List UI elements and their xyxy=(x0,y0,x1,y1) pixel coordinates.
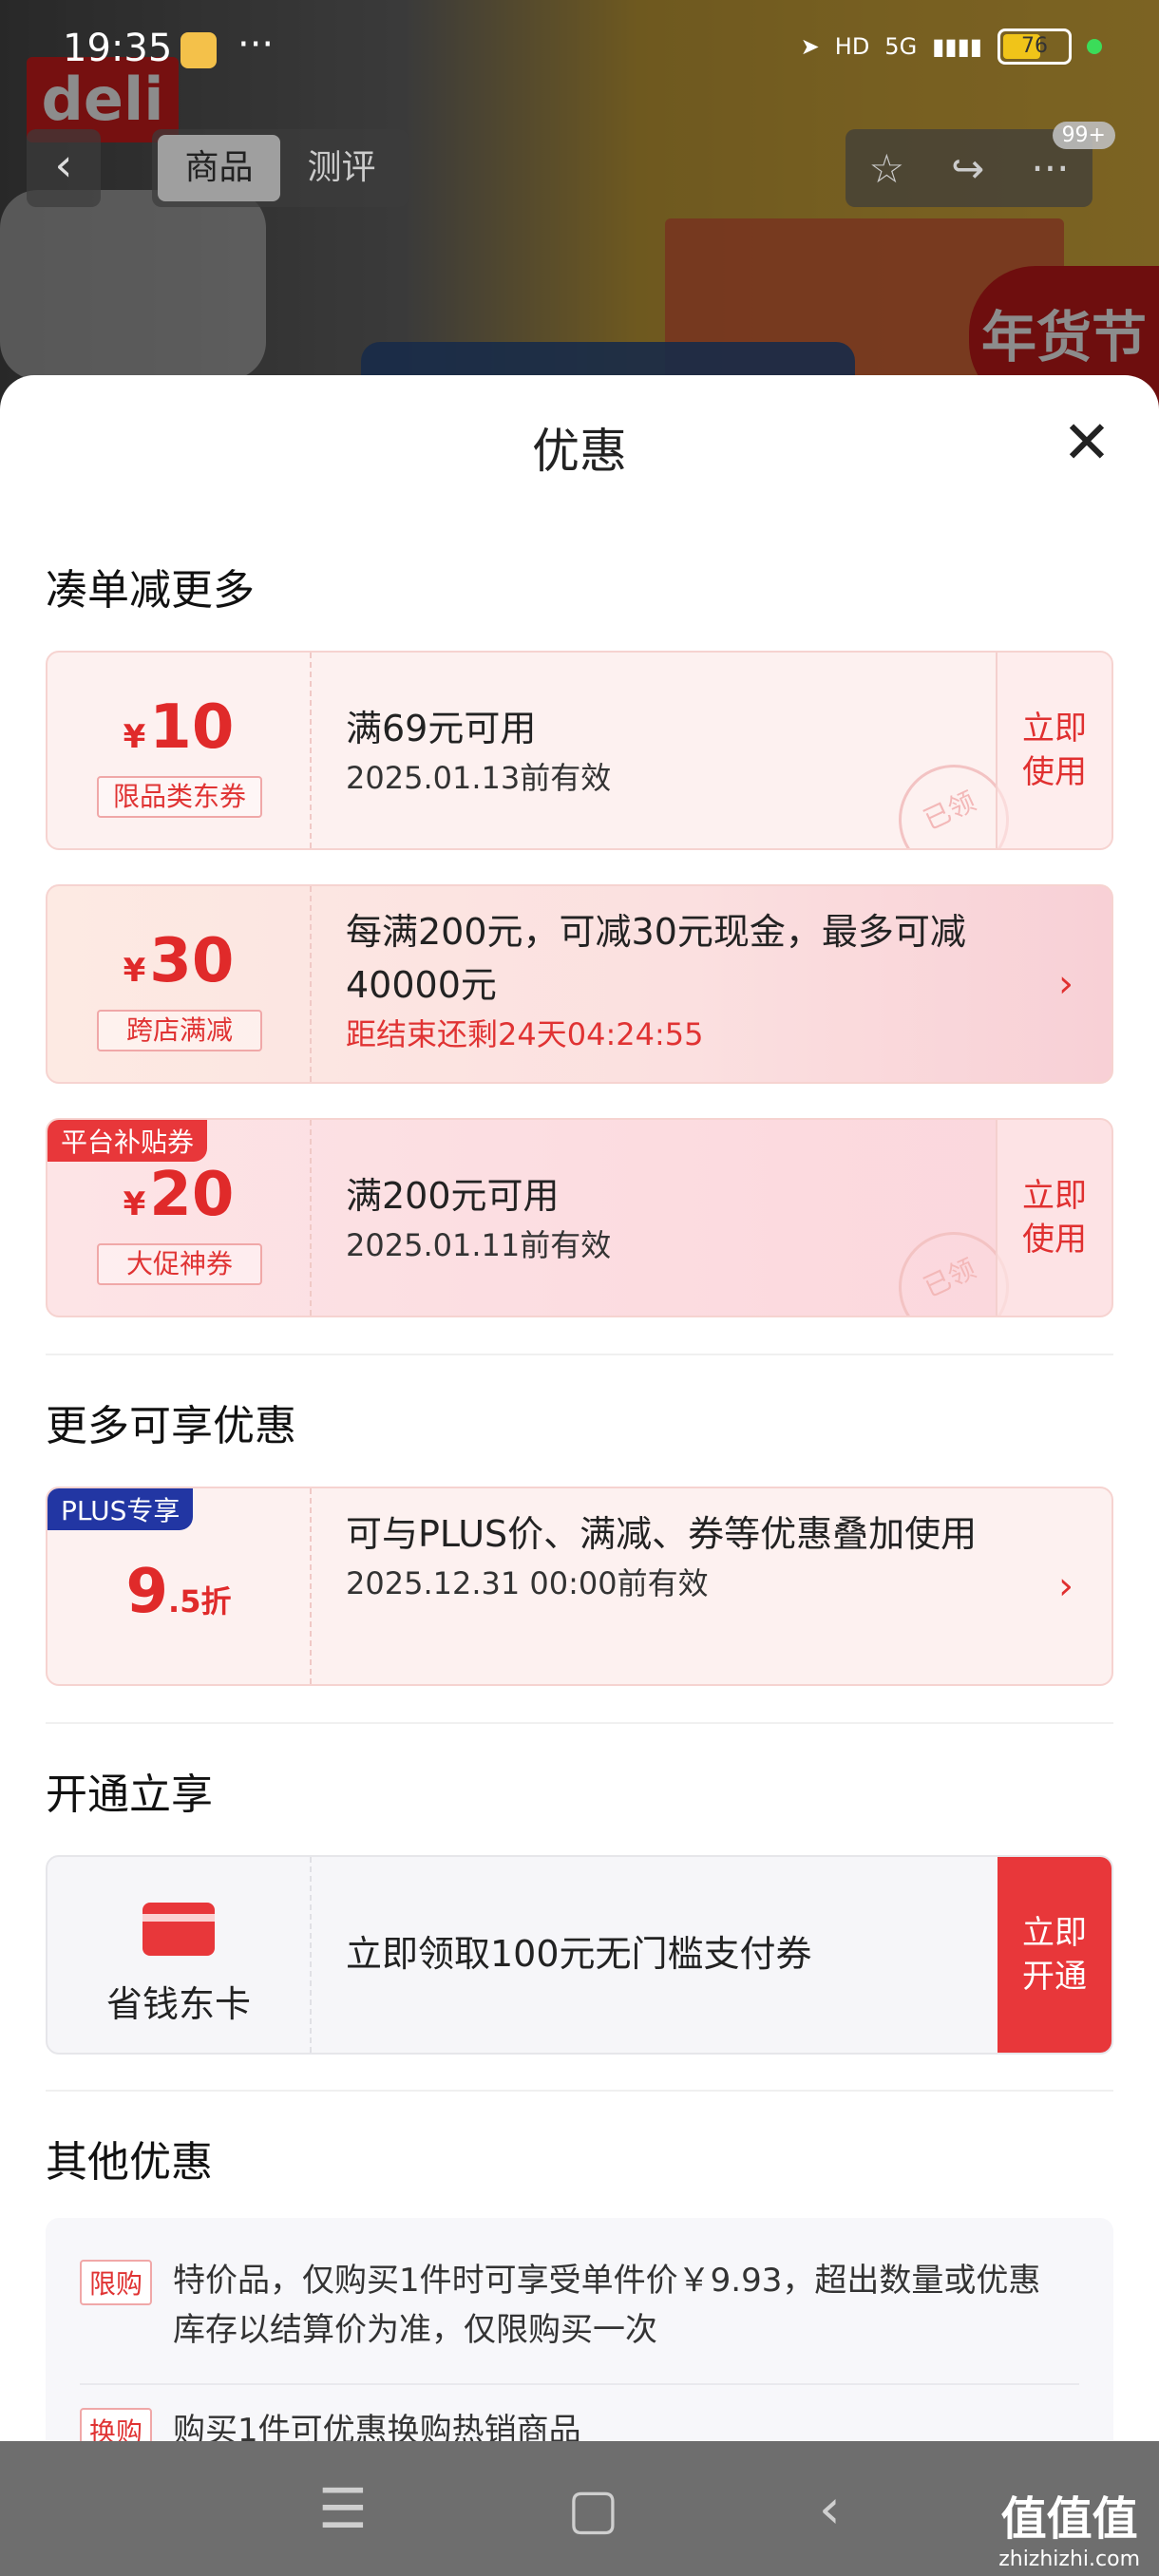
section-title-more: 更多可享优惠 xyxy=(46,1402,296,1450)
savings-card-details: 立即领取100元无门槛支付券 xyxy=(346,1927,978,1980)
battery-icon: 76 xyxy=(998,28,1072,65)
use-now-button[interactable]: 立即 使用 xyxy=(996,653,1112,848)
savings-card-name: 省钱东卡 xyxy=(105,1983,251,2025)
coupon-condition: 满69元可用 xyxy=(346,708,537,749)
share-icon[interactable]: ↪ xyxy=(951,145,984,192)
message-count-badge: 99+ xyxy=(1052,122,1115,149)
divider xyxy=(46,1722,1113,1724)
savings-card-offer: 省钱东卡 立即领取100元无门槛支付券 立即 开通 xyxy=(46,1855,1113,2055)
divider xyxy=(80,2383,1079,2385)
plus-validity: 2025.12.31 00:00前有效 xyxy=(346,1565,709,1601)
use-now-button[interactable]: 立即 使用 xyxy=(996,1120,1112,1316)
savings-card-text: 立即领取100元无门槛支付券 xyxy=(346,1933,812,1975)
chevron-right-icon: › xyxy=(1058,1564,1074,1608)
close-icon[interactable]: ✕ xyxy=(1062,413,1112,472)
tab-product[interactable]: 商品 xyxy=(158,135,280,201)
tab-review[interactable]: 测评 xyxy=(280,135,403,201)
watermark: 值值值 zhizhizhi.com xyxy=(998,2492,1140,2571)
chevron-right-icon: › xyxy=(1058,962,1074,1006)
coupon-amount: ¥10 xyxy=(123,692,235,763)
coupon-amount: ¥20 xyxy=(123,1160,235,1230)
coupon-type-tag: 限品类东券 xyxy=(97,776,262,818)
coupon-condition: 每满200元，可减30元现金，最多可减40000元 xyxy=(346,911,966,1006)
recent-apps-icon[interactable]: ☰ xyxy=(318,2476,368,2541)
back-button[interactable]: ‹ xyxy=(27,129,101,207)
signal-icon: ▮▮▮▮ xyxy=(932,33,982,60)
plus-discount-card[interactable]: 9.5折 PLUS专享 可与PLUS价、满减、券等优惠叠加使用 2025.12.… xyxy=(46,1487,1113,1686)
coupon-validity: 2025.01.13前有效 xyxy=(346,760,612,796)
coupon-type-tag: 大促神券 xyxy=(97,1243,262,1285)
credit-card-icon xyxy=(142,1903,215,1956)
coupon-amount-area: ¥10 限品类东券 xyxy=(48,653,312,848)
purchase-limit-text: 特价品，仅购买1件时可享受单件价￥9.93，超出数量或优惠库存以结算价为准，仅限… xyxy=(173,2262,1041,2349)
plus-details: 可与PLUS价、满减、券等优惠叠加使用 2025.12.31 00:00前有效 xyxy=(346,1507,978,1606)
coupon-details: 满200元可用 2025.01.11前有效 xyxy=(346,1169,978,1268)
open-now-button[interactable]: 立即 开通 xyxy=(998,1857,1112,2053)
privacy-dot-icon xyxy=(1087,39,1102,54)
coupon-card: ¥10 限品类东券 满69元可用 2025.01.13前有效 已领 立即 使用 xyxy=(46,651,1113,850)
hd-icon: HD xyxy=(834,33,870,60)
coupon-details: 满69元可用 2025.01.13前有效 xyxy=(346,702,978,801)
platform-subsidy-tag: 平台补贴券 xyxy=(48,1120,208,1162)
section-title-open: 开通立享 xyxy=(46,1771,213,1819)
coupon-type-tag: 跨店满减 xyxy=(97,1010,262,1051)
coupon-details: 每满200元，可减30元现金，最多可减40000元 距结束还剩24天04:24:… xyxy=(346,905,978,1057)
more-notifications-icon: ··· xyxy=(238,23,275,66)
status-bar: 19:35 ··· ➤ HD 5G ▮▮▮▮ 76 xyxy=(0,0,1159,104)
coupon-card[interactable]: ¥30 跨店满减 每满200元，可减30元现金，最多可减40000元 距结束还剩… xyxy=(46,884,1113,1084)
divider xyxy=(46,2090,1113,2092)
coupon-countdown: 距结束还剩24天04:24:55 xyxy=(346,1016,704,1052)
product-tabs: 商品 测评 xyxy=(152,129,408,207)
system-navigation-bar: ☰ ▢ ‹ xyxy=(0,2441,1159,2576)
home-icon[interactable]: ▢ xyxy=(567,2476,619,2541)
section-title-other: 其他优惠 xyxy=(46,2138,213,2187)
status-icons: ➤ HD 5G ▮▮▮▮ 76 xyxy=(801,28,1102,65)
coupon-amount-area: ¥30 跨店满减 xyxy=(48,886,312,1082)
network-icon: 5G xyxy=(884,33,918,60)
plus-discount-value: 9.5折 xyxy=(125,1557,232,1627)
savings-card-area: 省钱东卡 xyxy=(48,1857,312,2053)
top-actions: ☆ ↪ ··· 99+ xyxy=(846,122,1115,207)
coupon-card: ¥20 大促神券 平台补贴券 满200元可用 2025.01.11前有效 已领 … xyxy=(46,1118,1113,1317)
sheet-title: 优惠 xyxy=(532,424,627,479)
section-title-combine: 凑单减更多 xyxy=(46,566,255,615)
divider xyxy=(46,1354,1113,1355)
plus-exclusive-tag: PLUS专享 xyxy=(48,1488,194,1530)
coupon-amount: ¥30 xyxy=(123,926,235,996)
purchase-limit-tag: 限购 xyxy=(80,2260,153,2305)
location-icon: ➤ xyxy=(800,33,820,60)
status-time: 19:35 xyxy=(63,27,173,70)
more-menu-icon[interactable]: ··· xyxy=(1031,145,1069,192)
coupon-validity: 2025.01.11前有效 xyxy=(346,1227,612,1263)
coupon-condition: 满200元可用 xyxy=(346,1175,560,1217)
plus-description: 可与PLUS价、满减、券等优惠叠加使用 xyxy=(346,1513,978,1555)
app-notification-icon xyxy=(180,32,217,68)
favorite-star-icon[interactable]: ☆ xyxy=(869,145,905,192)
other-offers: 限购 特价品，仅购买1件时可享受单件价￥9.93，超出数量或优惠库存以结算价为准… xyxy=(46,2218,1113,2465)
system-back-icon[interactable]: ‹ xyxy=(819,2476,841,2541)
